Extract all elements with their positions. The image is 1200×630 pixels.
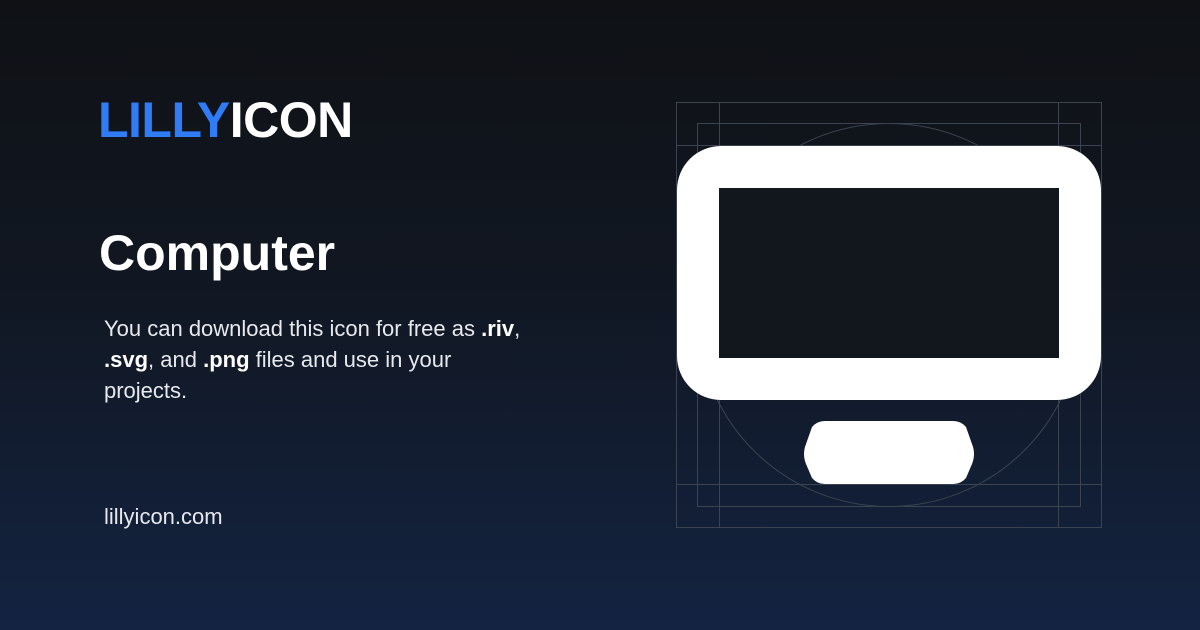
page-title: Computer (99, 225, 336, 281)
icon-illustration (676, 102, 1102, 528)
brand-logo-icon-text: ICON (229, 92, 354, 148)
description-text-3: , and (148, 347, 204, 372)
description: You can download this icon for free as .… (104, 313, 534, 406)
description-text-1: You can download this icon for free as (104, 316, 482, 341)
format-riv: .riv (481, 316, 515, 341)
computer-icon (676, 102, 1102, 528)
computer-stand (804, 421, 974, 484)
website-link[interactable]: lillyicon.com (104, 504, 223, 530)
format-svg: .svg (104, 347, 149, 372)
brand-logo: LILLYICON (98, 95, 353, 145)
brand-logo-lilly: LILLY (98, 92, 230, 148)
format-png: .png (203, 347, 250, 372)
computer-shape (677, 146, 1101, 484)
description-text-2: , (514, 316, 521, 341)
